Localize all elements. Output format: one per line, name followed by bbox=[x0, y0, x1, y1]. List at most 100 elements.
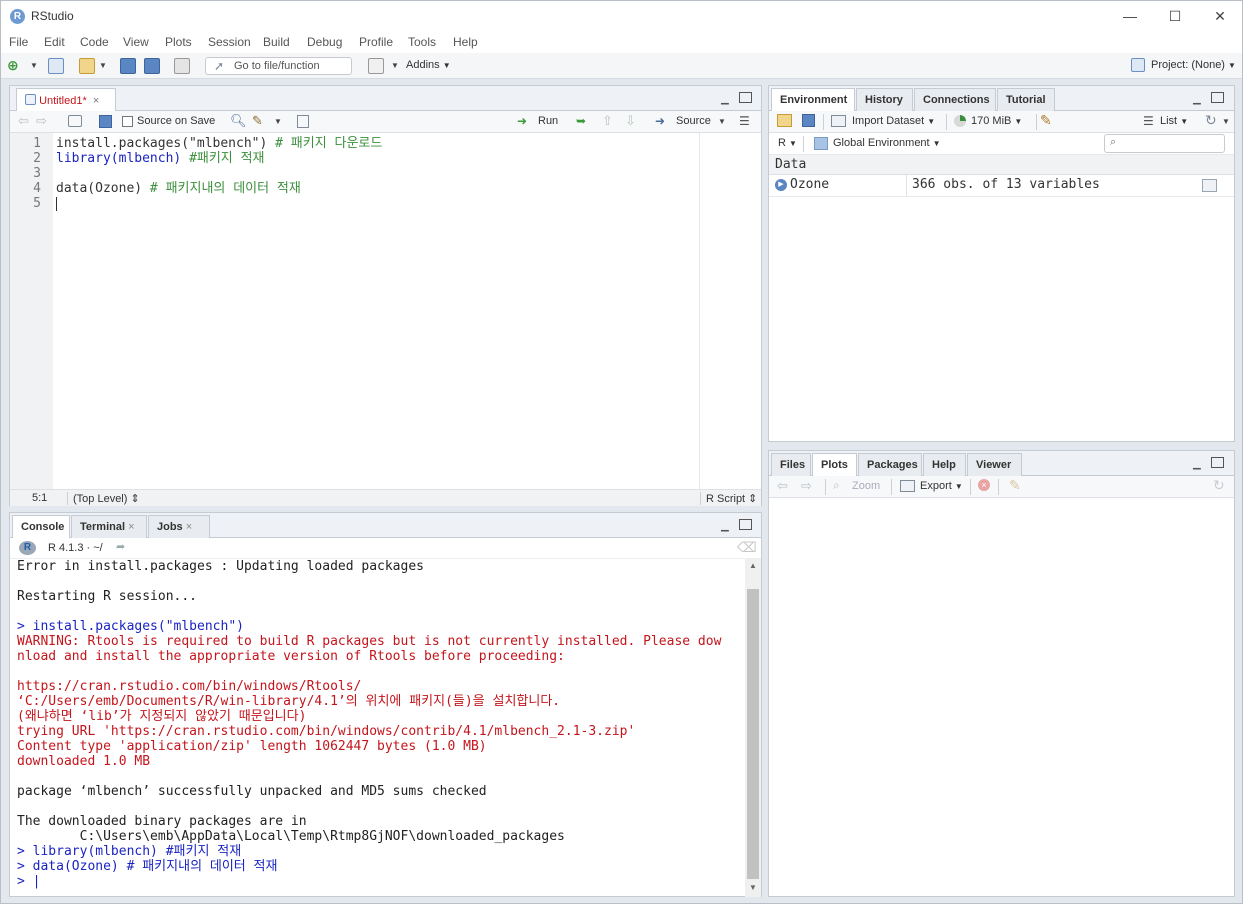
menu-session[interactable]: Session bbox=[208, 35, 251, 49]
layout-dropdown-icon[interactable]: ▼ bbox=[391, 61, 399, 70]
view-mode-selector[interactable]: List ▼ bbox=[1160, 115, 1188, 127]
tab-jobs[interactable]: Jobs × bbox=[148, 515, 210, 538]
back-arrow-icon[interactable]: ⇦ bbox=[18, 113, 29, 129]
refresh-icon[interactable]: ↻ bbox=[1205, 112, 1217, 129]
tab-viewer[interactable]: Viewer bbox=[967, 453, 1022, 476]
console-output[interactable]: Error in install.packages : Updating loa… bbox=[10, 559, 744, 897]
tab-environment[interactable]: Environment bbox=[771, 88, 855, 112]
go-up-icon[interactable]: ⇧ bbox=[602, 113, 613, 129]
tab-packages[interactable]: Packages bbox=[858, 453, 922, 476]
tab-tutorial[interactable]: Tutorial bbox=[997, 88, 1055, 111]
menu-view[interactable]: View bbox=[123, 35, 149, 49]
maximize-pane-icon[interactable] bbox=[739, 92, 752, 103]
find-replace-icon[interactable]: 🔍︎ bbox=[230, 113, 247, 129]
tab-terminal[interactable]: Terminal × bbox=[71, 515, 147, 538]
save-all-icon[interactable] bbox=[144, 58, 160, 74]
source-on-save-checkbox[interactable] bbox=[122, 116, 133, 127]
next-plot-icon[interactable]: ⇨ bbox=[801, 478, 812, 494]
minimize-pane-icon[interactable]: ▁ bbox=[1193, 459, 1201, 470]
code-tools-dropdown-icon[interactable]: ▼ bbox=[274, 117, 282, 126]
code-editor[interactable]: 1 install.packages("mlbench") # 패키지 다운로드… bbox=[10, 133, 761, 489]
tab-close-icon[interactable]: × bbox=[93, 95, 99, 107]
tab-close-icon[interactable]: × bbox=[186, 521, 192, 533]
go-down-icon[interactable]: ⇩ bbox=[625, 113, 636, 129]
environment-search-input[interactable]: ⌕ bbox=[1104, 134, 1225, 153]
scrollbar-thumb[interactable] bbox=[747, 589, 759, 879]
save-document-icon[interactable] bbox=[99, 115, 112, 128]
clear-workspace-broom-icon[interactable]: ✎ bbox=[1040, 112, 1052, 129]
load-workspace-icon[interactable] bbox=[777, 114, 792, 127]
maximize-pane-icon[interactable] bbox=[739, 519, 752, 530]
new-project-icon[interactable] bbox=[48, 58, 64, 74]
open-recent-dropdown-icon[interactable]: ▼ bbox=[99, 61, 107, 70]
scope-selector[interactable]: (Top Level) ⇕ bbox=[73, 492, 140, 505]
tab-connections[interactable]: Connections bbox=[914, 88, 996, 111]
refresh-plot-icon[interactable]: ↻ bbox=[1213, 477, 1225, 494]
language-selector[interactable]: R ▼ bbox=[778, 137, 797, 149]
goto-working-dir-icon[interactable]: ➦ bbox=[116, 540, 125, 553]
addins-button[interactable]: Addins ▼ bbox=[406, 59, 451, 71]
remove-plot-icon[interactable]: × bbox=[978, 479, 990, 491]
document-outline-icon[interactable]: ☰ bbox=[739, 114, 750, 128]
project-menu[interactable]: Project: (None) ▼ bbox=[1151, 59, 1236, 71]
tab-files[interactable]: Files bbox=[771, 453, 811, 476]
memory-usage-button[interactable]: 170 MiB ▼ bbox=[971, 115, 1022, 127]
export-button[interactable]: Export ▼ bbox=[920, 480, 963, 492]
tab-close-icon[interactable]: × bbox=[128, 521, 134, 533]
console-prompt[interactable]: > | bbox=[17, 874, 40, 889]
close-window-button[interactable]: ✕ bbox=[1197, 1, 1243, 31]
menu-code[interactable]: Code bbox=[80, 35, 109, 49]
save-workspace-icon[interactable] bbox=[802, 114, 815, 127]
run-button[interactable]: Run bbox=[538, 115, 558, 127]
source-dropdown-icon[interactable]: ▼ bbox=[718, 117, 726, 126]
menu-edit[interactable]: Edit bbox=[44, 35, 65, 49]
minimize-button[interactable]: — bbox=[1107, 1, 1153, 31]
minimize-pane-icon[interactable]: ▁ bbox=[1193, 94, 1201, 105]
menu-build[interactable]: Build bbox=[263, 35, 290, 49]
maximize-button[interactable]: ☐ bbox=[1152, 1, 1198, 31]
open-file-icon[interactable] bbox=[79, 58, 95, 74]
tab-console[interactable]: Console bbox=[12, 515, 70, 539]
environment-scope-selector[interactable]: Global Environment ▼ bbox=[833, 137, 941, 149]
new-file-icon[interactable]: ⊕ bbox=[7, 58, 23, 74]
source-button[interactable]: Source bbox=[676, 115, 711, 127]
tab-help[interactable]: Help bbox=[923, 453, 966, 476]
refresh-dropdown-icon[interactable]: ▼ bbox=[1222, 117, 1230, 126]
scroll-up-icon[interactable]: ▲ bbox=[749, 561, 757, 570]
expand-row-icon[interactable]: ▶ bbox=[775, 179, 787, 191]
import-dataset-button[interactable]: Import Dataset ▼ bbox=[852, 115, 935, 127]
menu-debug[interactable]: Debug bbox=[307, 35, 342, 49]
maximize-pane-icon[interactable] bbox=[1211, 92, 1224, 103]
console-scrollbar[interactable]: ▲ ▼ bbox=[745, 559, 761, 897]
menu-plots[interactable]: Plots bbox=[165, 35, 192, 49]
show-in-window-icon[interactable] bbox=[68, 115, 82, 127]
previous-plot-icon[interactable]: ⇦ bbox=[777, 478, 788, 494]
compile-report-icon[interactable] bbox=[297, 115, 309, 128]
goto-file-input[interactable]: ➚ Go to file/function bbox=[205, 57, 352, 75]
clear-plots-broom-icon[interactable]: ✎ bbox=[1009, 477, 1021, 494]
line-number: 3 bbox=[33, 166, 41, 181]
pane-layout-icon[interactable] bbox=[368, 58, 384, 74]
forward-arrow-icon[interactable]: ⇨ bbox=[36, 113, 47, 129]
file-type-selector[interactable]: R Script ⇕ bbox=[706, 492, 757, 505]
rerun-icon[interactable]: ➥ bbox=[576, 114, 586, 128]
scroll-down-icon[interactable]: ▼ bbox=[749, 883, 757, 892]
tab-plots[interactable]: Plots bbox=[812, 453, 857, 477]
minimize-pane-icon[interactable]: ▁ bbox=[721, 521, 729, 532]
clear-console-broom-icon[interactable]: ⌫ bbox=[737, 539, 757, 556]
code-tools-wand-icon[interactable]: ✎ bbox=[252, 113, 263, 129]
tab-untitled1[interactable]: Untitled1* × bbox=[16, 88, 116, 112]
menu-help[interactable]: Help bbox=[453, 35, 478, 49]
env-row-ozone[interactable]: ▶ Ozone 366 obs. of 13 variables bbox=[769, 175, 1234, 197]
maximize-pane-icon[interactable] bbox=[1211, 457, 1224, 468]
view-data-grid-icon[interactable] bbox=[1202, 179, 1217, 192]
save-icon[interactable] bbox=[120, 58, 136, 74]
menu-profile[interactable]: Profile bbox=[359, 35, 393, 49]
menu-file[interactable]: File bbox=[9, 35, 28, 49]
tab-history[interactable]: History bbox=[856, 88, 913, 111]
zoom-button[interactable]: Zoom bbox=[852, 480, 880, 492]
print-icon[interactable] bbox=[174, 58, 190, 74]
new-file-dropdown-icon[interactable]: ▼ bbox=[30, 61, 38, 70]
minimize-pane-icon[interactable]: ▁ bbox=[721, 94, 729, 105]
menu-tools[interactable]: Tools bbox=[408, 35, 436, 49]
